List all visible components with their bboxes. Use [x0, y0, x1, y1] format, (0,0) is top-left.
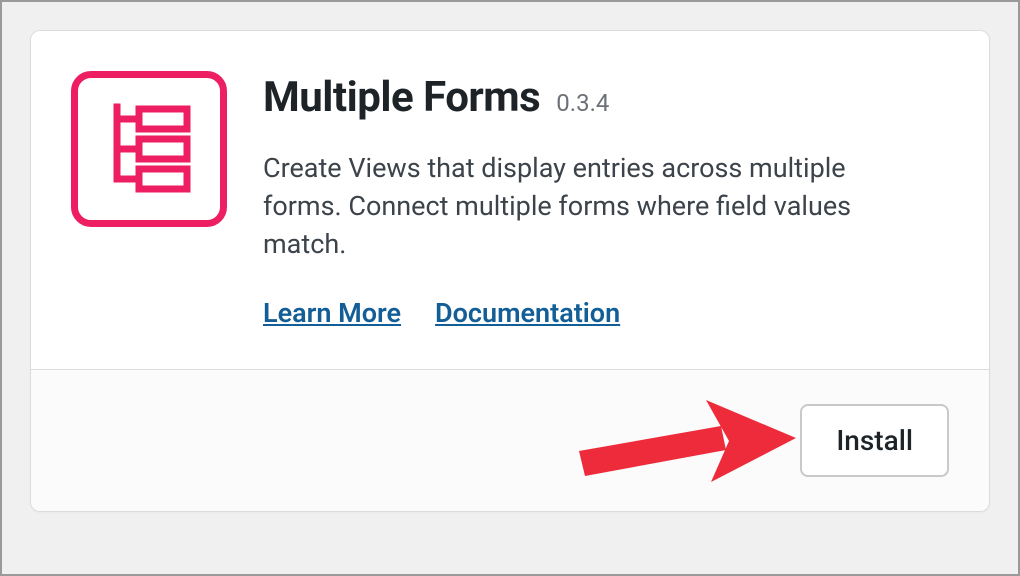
plugin-card-footer: Install — [31, 369, 989, 511]
plugin-version: 0.3.4 — [556, 89, 609, 117]
plugin-title-row: Multiple Forms 0.3.4 — [263, 73, 949, 122]
plugin-card: Multiple Forms 0.3.4 Create Views that d… — [30, 30, 990, 512]
plugin-description: Create Views that display entries across… — [263, 150, 903, 263]
plugin-card-body: Multiple Forms 0.3.4 Create Views that d… — [31, 31, 989, 369]
pointer-arrow-icon — [571, 396, 801, 486]
install-button[interactable]: Install — [800, 404, 949, 477]
plugin-links: Learn More Documentation — [263, 297, 949, 329]
plugin-icon-box — [71, 71, 227, 227]
plugin-title: Multiple Forms — [263, 73, 540, 122]
documentation-link[interactable]: Documentation — [435, 297, 620, 329]
learn-more-link[interactable]: Learn More — [263, 297, 401, 329]
multiple-forms-icon — [103, 101, 195, 197]
plugin-content: Multiple Forms 0.3.4 Create Views that d… — [263, 71, 949, 329]
